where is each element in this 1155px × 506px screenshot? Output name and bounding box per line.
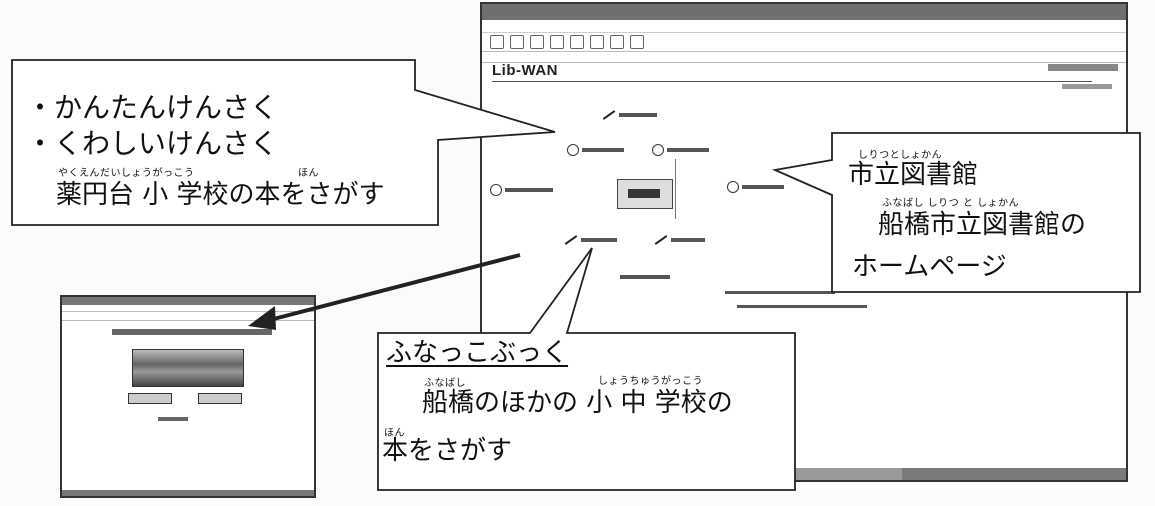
right-callout-line2: 船橋市立図書館の xyxy=(878,210,1087,240)
bottom-callout-line2: 本をさがす xyxy=(382,436,513,466)
left-callout-ruby1: やくえんだいしょうがっこう xyxy=(58,168,195,179)
bottom-callout-title: ふなっこぶっく xyxy=(386,338,569,368)
right-callout-line3: ホームページ xyxy=(852,252,1007,282)
left-callout-ruby2: ほん xyxy=(298,168,319,179)
right-callout-ruby2: ふなばし しりつ と しょかん xyxy=(882,198,1020,209)
left-callout-line1: ・かんたんけんさく xyxy=(26,91,279,124)
left-callout-line2: ・くわしいけんさく xyxy=(26,127,279,160)
bottom-callout-line1: 船橋のほかの 小 中 学校の xyxy=(422,388,733,418)
right-callout-line1: 市立図書館 xyxy=(848,160,979,190)
bottom-callout-ruby2: しょうちゅうがっこう xyxy=(598,376,703,387)
left-callout-line3: 薬円台 小 学校の本をさがす xyxy=(56,180,385,210)
arrow-head-icon xyxy=(248,306,276,330)
connector-arrow xyxy=(261,253,521,324)
